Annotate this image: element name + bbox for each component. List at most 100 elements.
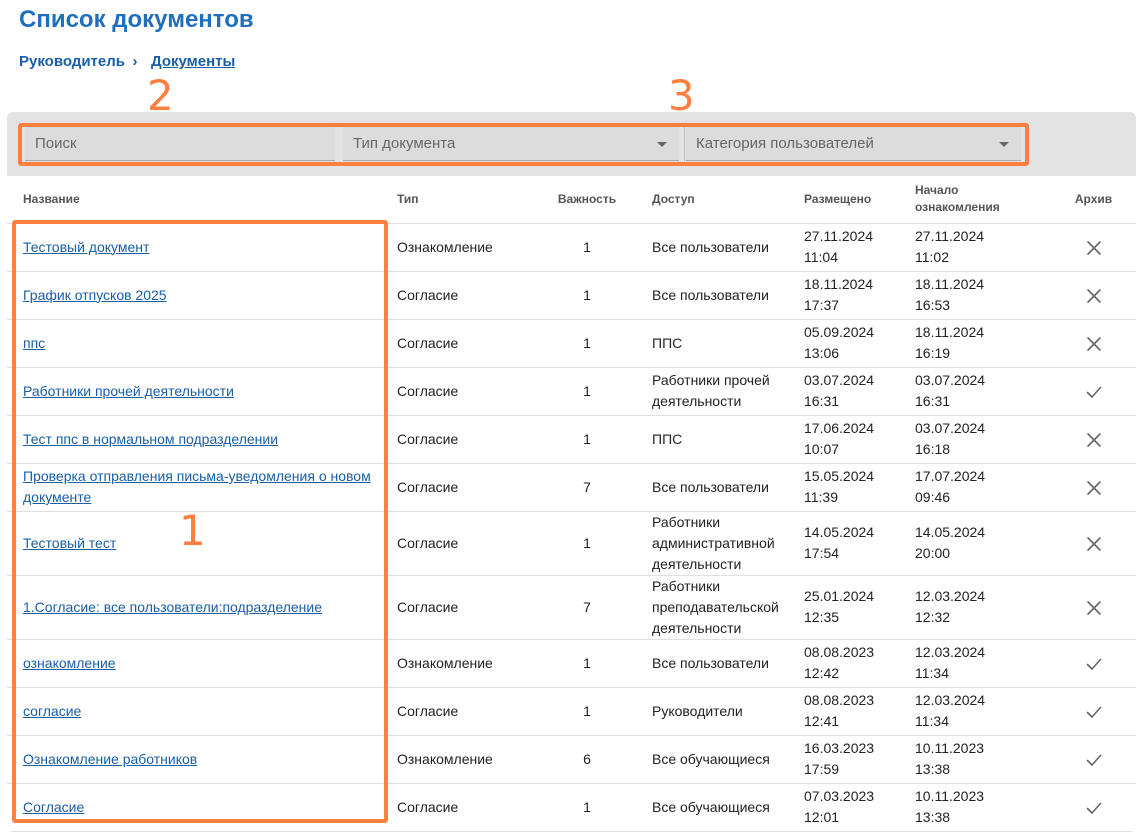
cell-archive	[1051, 271, 1136, 320]
table-row: График отпусков 2025 Согласие 1 Все пользов…	[7, 271, 1136, 320]
breadcrumb-parent-link[interactable]: Руководитель	[19, 53, 125, 70]
start-time: 16:53	[915, 297, 951, 313]
cell-type: Согласие	[397, 511, 531, 576]
published-date: 15.05.2024	[804, 468, 875, 484]
breadcrumb-current-link[interactable]: Документы	[151, 53, 235, 70]
table-row: Проверка отправления письма-уведомления …	[7, 463, 1136, 512]
cell-archive	[1051, 783, 1136, 832]
published-time: 16:31	[804, 393, 840, 409]
annotation-number-1: 1	[179, 506, 206, 555]
published-time: 12:42	[804, 665, 840, 681]
cell-archive	[1051, 511, 1136, 576]
cell-start: 12.03.2024 11:34	[915, 639, 1051, 688]
cell-importance: 1	[531, 367, 643, 416]
published-date: 05.09.2024	[804, 324, 875, 340]
document-link[interactable]: ознакомление	[23, 655, 116, 671]
cell-importance: 1	[531, 223, 643, 272]
published-time: 12:35	[804, 609, 840, 625]
header-name[interactable]: Название	[7, 176, 397, 224]
cell-name: ппс	[7, 319, 397, 368]
cell-type: Согласие	[397, 319, 531, 368]
close-icon	[1086, 432, 1101, 447]
cell-published: 08.08.2023 12:41	[801, 687, 915, 736]
published-date: 08.08.2023	[804, 692, 875, 708]
published-time: 11:39	[804, 489, 838, 505]
start-time: 09:46	[915, 489, 951, 505]
document-link[interactable]: 1.Согласие: все пользователи:подразделен…	[23, 599, 322, 615]
cell-start: 10.11.2023 13:38	[915, 783, 1051, 832]
cell-start: 12.03.2024 11:34	[915, 687, 1051, 736]
header-archive[interactable]: Архив	[1051, 176, 1136, 224]
published-date: 27.11.2024	[804, 228, 874, 244]
document-link[interactable]: Согласие	[23, 799, 84, 815]
cell-access: Все пользователи	[643, 463, 801, 512]
start-date: 18.11.2024	[915, 324, 985, 340]
cell-name: Работники прочей деятельности	[7, 367, 397, 416]
close-icon	[1086, 336, 1101, 351]
cell-access: Все пользователи	[643, 639, 801, 688]
start-date: 12.03.2024	[915, 588, 986, 604]
cell-published: 03.07.2024 16:31	[801, 367, 915, 416]
cell-archive	[1051, 639, 1136, 688]
close-icon	[1086, 240, 1101, 255]
start-time: 13:38	[915, 761, 951, 777]
document-link[interactable]: Тестовый тест	[23, 535, 116, 551]
start-date: 03.07.2024	[915, 420, 986, 436]
access-text: Работники преподавательской деятельности	[652, 577, 779, 636]
cell-start: 03.07.2024 16:18	[915, 415, 1051, 464]
published-date: 08.08.2023	[804, 644, 875, 660]
cell-published: 17.06.2024 10:07	[801, 415, 915, 464]
published-date: 17.06.2024	[804, 420, 875, 436]
published-time: 10:07	[804, 441, 840, 457]
document-link[interactable]: Работники прочей деятельности	[23, 383, 234, 399]
header-access[interactable]: Доступ	[643, 176, 801, 224]
table-row: ппс Согласие 1 ППС 05.09.2024 13:06 18.11.2024…	[7, 319, 1136, 368]
access-text: Работники прочей деятельности	[652, 372, 770, 409]
cell-type: Ознакомление	[397, 223, 531, 272]
document-link[interactable]: согласие	[23, 703, 81, 719]
cell-published: 18.11.2024 17:37	[801, 271, 915, 320]
cell-start: 10.11.2023 13:38	[915, 735, 1051, 784]
start-time: 20:00	[915, 545, 951, 561]
cell-start: 18.11.2024 16:53	[915, 271, 1051, 320]
cell-name: ознакомление	[7, 639, 397, 688]
document-link[interactable]: Ознакомление работников	[23, 751, 197, 767]
document-link[interactable]: Тест ппс в нормальном подразделении	[23, 431, 278, 447]
cell-start: 27.11.2024 11:02	[915, 223, 1051, 272]
access-text: Работники административной деятельности	[652, 513, 775, 572]
check-icon	[1086, 802, 1101, 814]
cell-published: 05.09.2024 13:06	[801, 319, 915, 368]
header-published[interactable]: Размещено	[801, 176, 915, 224]
published-time: 12:41	[804, 713, 840, 729]
access-text: Все пользователи	[652, 286, 769, 303]
document-link[interactable]: График отпусков 2025	[23, 287, 167, 303]
start-date: 27.11.2024	[915, 228, 985, 244]
start-time: 11:34	[915, 713, 949, 729]
cell-importance: 6	[531, 735, 643, 784]
access-text: ППС	[652, 430, 683, 447]
cell-published: 25.01.2024 12:35	[801, 575, 915, 640]
header-start-line1: Начало	[915, 182, 959, 197]
cell-start: 17.07.2024 09:46	[915, 463, 1051, 512]
cell-archive	[1051, 575, 1136, 640]
close-icon	[1086, 480, 1101, 495]
table-row: Тестовый тест Согласие 1 Работники админист…	[7, 511, 1136, 576]
cell-access: Работники прочей деятельности	[643, 367, 801, 416]
table-row: Согласие Согласие 1 Все обучающиеся 07.03.20…	[7, 783, 1136, 832]
published-date: 25.01.2024	[804, 588, 875, 604]
header-start[interactable]: Начало ознакомления	[915, 176, 1051, 224]
header-type[interactable]: Тип	[397, 176, 531, 224]
cell-archive	[1051, 223, 1136, 272]
cell-type: Согласие	[397, 783, 531, 832]
table-row: Тест ппс в нормальном подразделении Согла…	[7, 415, 1136, 464]
header-importance[interactable]: Важность	[531, 176, 643, 224]
start-time: 11:02	[915, 249, 949, 265]
table-row: 1.Согласие: все пользователи:подразделен…	[7, 575, 1136, 640]
document-link[interactable]: ппс	[23, 335, 45, 351]
cell-access: Все пользователи	[643, 271, 801, 320]
page-title: Список документов	[19, 6, 254, 33]
close-icon	[1086, 536, 1101, 551]
start-date: 12.03.2024	[915, 692, 986, 708]
document-link[interactable]: Тестовый документ	[23, 239, 149, 255]
document-link[interactable]: Проверка отправления письма-уведомления …	[23, 468, 371, 505]
